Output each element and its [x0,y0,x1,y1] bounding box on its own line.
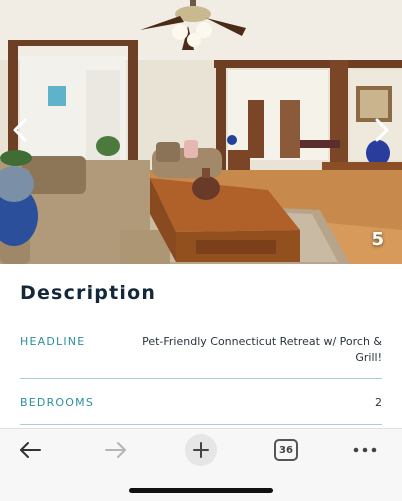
plus-icon [193,442,209,458]
more-dots-icon [353,447,377,453]
back-button[interactable] [14,433,46,467]
detail-value: Pet-Friendly Connecticut Retreat w/ Porc… [142,335,382,364]
listing-photo [0,0,402,264]
home-indicator[interactable] [129,488,273,493]
new-tab-circle [185,434,217,466]
previous-photo-button[interactable] [6,114,34,146]
detail-label: HEADLINE [20,335,86,348]
detail-value: 2 [375,396,382,409]
tabs-icon: 36 [274,439,298,461]
section-title: Description [20,282,157,304]
more-button[interactable] [350,433,380,467]
photo-number: 5 [371,229,384,250]
detail-row-headline: HEADLINE Pet-Friendly Connecticut Retrea… [20,334,382,366]
detail-row-bedrooms: BEDROOMS 2 [20,395,382,411]
forward-button[interactable] [100,433,132,467]
photo-gallery[interactable]: 5 [0,0,402,264]
chevron-right-icon [375,118,389,142]
divider [20,424,382,425]
next-photo-button[interactable] [368,114,396,146]
forward-arrow-icon [105,442,126,458]
tab-count: 36 [279,444,293,456]
divider [20,378,382,379]
back-arrow-icon [20,442,41,458]
tabs-button[interactable]: 36 [272,433,300,467]
chevron-left-icon [13,118,27,142]
new-tab-button[interactable] [184,433,218,467]
detail-label: BEDROOMS [20,396,94,409]
